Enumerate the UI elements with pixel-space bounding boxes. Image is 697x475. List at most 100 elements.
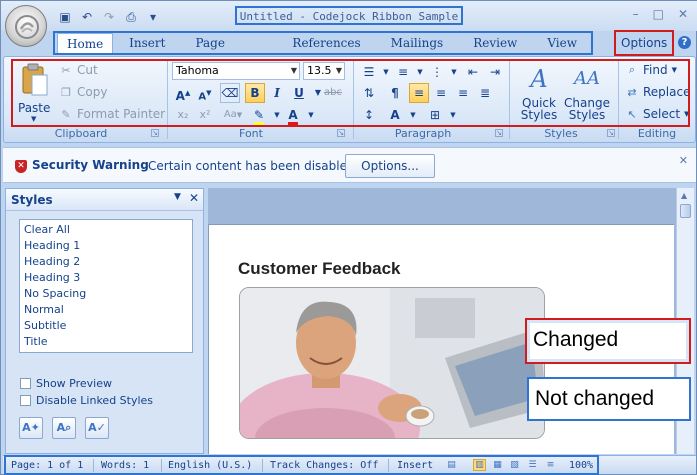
chevron-down-icon[interactable]: ▼ — [444, 62, 464, 82]
change-case-button[interactable]: Aa▼ — [219, 105, 247, 125]
clear-formatting-button[interactable]: ⌫ — [220, 83, 240, 103]
tab-view[interactable]: View — [533, 33, 591, 53]
line-spacing-icon[interactable]: ↕ — [359, 105, 379, 125]
list-item[interactable]: Heading 2 — [24, 254, 188, 270]
cut-button[interactable]: ✂ Cut — [59, 63, 97, 77]
tab-references[interactable]: References — [278, 33, 374, 53]
subscript-icon[interactable]: x₂ — [173, 105, 193, 125]
maximize-icon[interactable]: □ — [653, 7, 664, 21]
select-button[interactable]: ↖ Select ▼ — [625, 107, 689, 121]
print-icon[interactable]: ⎙ — [123, 9, 139, 25]
sort-icon[interactable]: ⇅ — [359, 83, 379, 103]
status-words[interactable]: Words: 1 — [101, 459, 149, 472]
change-styles-button[interactable]: AA Change Styles — [563, 61, 611, 121]
font-name-combo[interactable]: Tahoma ▼ — [172, 62, 300, 80]
print-layout-icon[interactable]: ▥ — [473, 459, 486, 471]
italic-button[interactable]: I — [267, 83, 287, 103]
paste-button[interactable]: Paste — [18, 101, 50, 115]
status-divider — [262, 459, 263, 472]
security-options-button[interactable]: Options... — [345, 154, 435, 178]
find-button[interactable]: ⌕ Find ▼ — [625, 63, 677, 77]
web-layout-icon[interactable]: ▧ — [508, 459, 521, 471]
close-icon[interactable]: ✕ — [678, 7, 688, 21]
disable-linked-styles-checkbox[interactable]: Disable Linked Styles — [20, 394, 153, 407]
show-preview-checkbox[interactable]: Show Preview — [20, 377, 112, 390]
status-track-changes[interactable]: Track Changes: Off — [270, 459, 378, 472]
font-size-combo[interactable]: 13.5 ▼ — [303, 62, 345, 80]
help-icon[interactable]: ? — [678, 36, 691, 49]
list-item[interactable]: No Spacing — [24, 286, 188, 302]
shield-icon: ✕ — [15, 160, 27, 173]
align-left-icon[interactable]: ≡ — [409, 83, 429, 103]
superscript-icon[interactable]: x² — [195, 105, 215, 125]
clipboard-paste-icon[interactable] — [21, 63, 49, 97]
list-item[interactable]: Normal — [24, 302, 188, 318]
save-icon[interactable]: ▣ — [57, 9, 73, 25]
undo-icon[interactable]: ↶ — [79, 9, 95, 25]
align-right-icon[interactable]: ≡ — [453, 83, 473, 103]
tab-page-layout[interactable]: Page Layout — [181, 33, 276, 70]
strikethrough-button[interactable]: abc — [323, 83, 343, 103]
paragraph-dialog-launcher-icon[interactable]: ↘ — [495, 129, 503, 137]
underline-button[interactable]: U — [289, 83, 309, 103]
justify-icon[interactable]: ≣ — [475, 83, 495, 103]
draft-view-icon[interactable]: ≡ — [544, 459, 557, 471]
options-button[interactable]: Options ▾ — [614, 30, 674, 72]
list-item[interactable]: Title — [24, 334, 188, 350]
application-menu-button[interactable] — [5, 5, 47, 47]
align-center-icon[interactable]: ≡ — [431, 83, 451, 103]
tab-home[interactable]: Home — [57, 33, 114, 53]
status-page[interactable]: Page: 1 of 1 — [11, 459, 83, 472]
list-item[interactable]: Heading 3 — [24, 270, 188, 286]
list-item[interactable]: Clear All — [24, 222, 188, 238]
status-insert-mode[interactable]: Insert — [397, 459, 433, 472]
list-item[interactable]: Subtitle — [24, 318, 188, 334]
borders-icon[interactable]: ⊞ — [425, 105, 445, 125]
status-zoom[interactable]: 100% — [569, 459, 593, 472]
macro-record-icon[interactable]: ▤ — [445, 459, 458, 471]
close-icon[interactable]: ✕ — [679, 154, 688, 167]
manage-styles-icon[interactable]: A✓ — [85, 417, 109, 439]
not-changed-annotation: Not changed — [527, 377, 691, 421]
new-style-icon[interactable]: A✦ — [19, 417, 43, 439]
outline-view-icon[interactable]: ☰ — [526, 459, 539, 471]
font-dialog-launcher-icon[interactable]: ↘ — [337, 129, 345, 137]
checkbox-box[interactable] — [20, 395, 31, 406]
paste-dropdown-icon[interactable]: ▼ — [31, 115, 36, 123]
minimize-icon[interactable]: – — [633, 7, 639, 21]
full-screen-reading-icon[interactable]: ▦ — [491, 459, 504, 471]
status-language[interactable]: English (U.S.) — [168, 459, 252, 472]
scroll-up-icon[interactable]: ▲ — [681, 191, 687, 200]
list-item[interactable]: Heading 1 — [24, 238, 188, 254]
font-color-button[interactable]: A — [283, 105, 303, 125]
close-icon[interactable]: ✕ — [189, 191, 199, 205]
font-color-dropdown-icon[interactable]: ▼ — [301, 105, 321, 125]
increase-indent-icon[interactable]: ⇥ — [485, 62, 505, 82]
tab-insert[interactable]: Insert — [115, 33, 179, 53]
format-painter-button[interactable]: ✎ Format Painter — [59, 107, 165, 121]
replace-label: Replace — [643, 85, 691, 99]
styles-dialog-launcher-icon[interactable]: ↘ — [607, 129, 615, 137]
customize-icon[interactable]: ▾ — [145, 9, 161, 25]
bold-button[interactable]: B — [245, 83, 265, 103]
tab-mailings[interactable]: Mailings — [377, 33, 458, 53]
chevron-down-icon[interactable]: ▼ — [403, 105, 423, 125]
replace-button[interactable]: ⇄ Replace — [625, 85, 690, 99]
redo-icon[interactable]: ↷ — [101, 9, 117, 25]
shrink-font-button[interactable]: A▼ — [195, 83, 215, 103]
tab-review[interactable]: Review — [459, 33, 531, 53]
quick-styles-button[interactable]: A Quick Styles — [515, 61, 563, 121]
copy-button[interactable]: ❐ Copy — [59, 85, 107, 99]
clipboard-dialog-launcher-icon[interactable]: ↘ — [151, 129, 159, 137]
replace-icon: ⇄ — [627, 85, 637, 99]
highlight-icon[interactable]: ✎ — [249, 105, 269, 125]
chevron-down-icon[interactable]: ▼ — [443, 105, 463, 125]
chevron-down-icon[interactable]: ▼ — [174, 192, 181, 202]
show-marks-icon[interactable]: ¶ — [385, 83, 405, 103]
decrease-indent-icon[interactable]: ⇤ — [463, 62, 483, 82]
shading-icon[interactable]: A — [385, 105, 405, 125]
checkbox-box[interactable] — [20, 378, 31, 389]
grow-font-button[interactable]: A▲ — [173, 83, 193, 103]
style-inspector-icon[interactable]: A⌕ — [52, 417, 76, 439]
scroll-thumb[interactable] — [680, 204, 691, 218]
